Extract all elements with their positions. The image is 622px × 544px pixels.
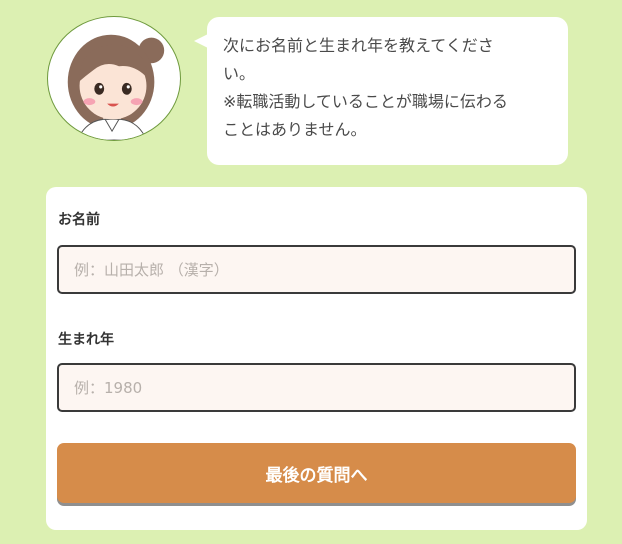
birth-year-label: 生まれ年 xyxy=(58,332,114,348)
bubble-text-line-4: ことはありません。 xyxy=(223,120,367,139)
bubble-text-line-1: 次にお名前と生まれ年を教えてくださ xyxy=(223,36,494,55)
speech-bubble-tail xyxy=(194,34,208,48)
woman-avatar-icon xyxy=(67,34,165,140)
name-input[interactable] xyxy=(57,245,576,294)
bubble-text-line-2: い。 xyxy=(223,64,256,83)
next-question-button[interactable]: 最後の質問へ xyxy=(57,443,576,503)
name-label: お名前 xyxy=(58,212,100,228)
birth-year-input[interactable] xyxy=(57,363,576,412)
speech-bubble: 次にお名前と生まれ年を教えてくださ い。 ※転職活動していることが職場に伝わる … xyxy=(194,17,568,165)
bubble-text-line-3: ※転職活動していることが職場に伝わる xyxy=(223,92,508,111)
avatar xyxy=(47,16,181,141)
form-card: お名前 生まれ年 最後の質問へ xyxy=(46,187,587,530)
